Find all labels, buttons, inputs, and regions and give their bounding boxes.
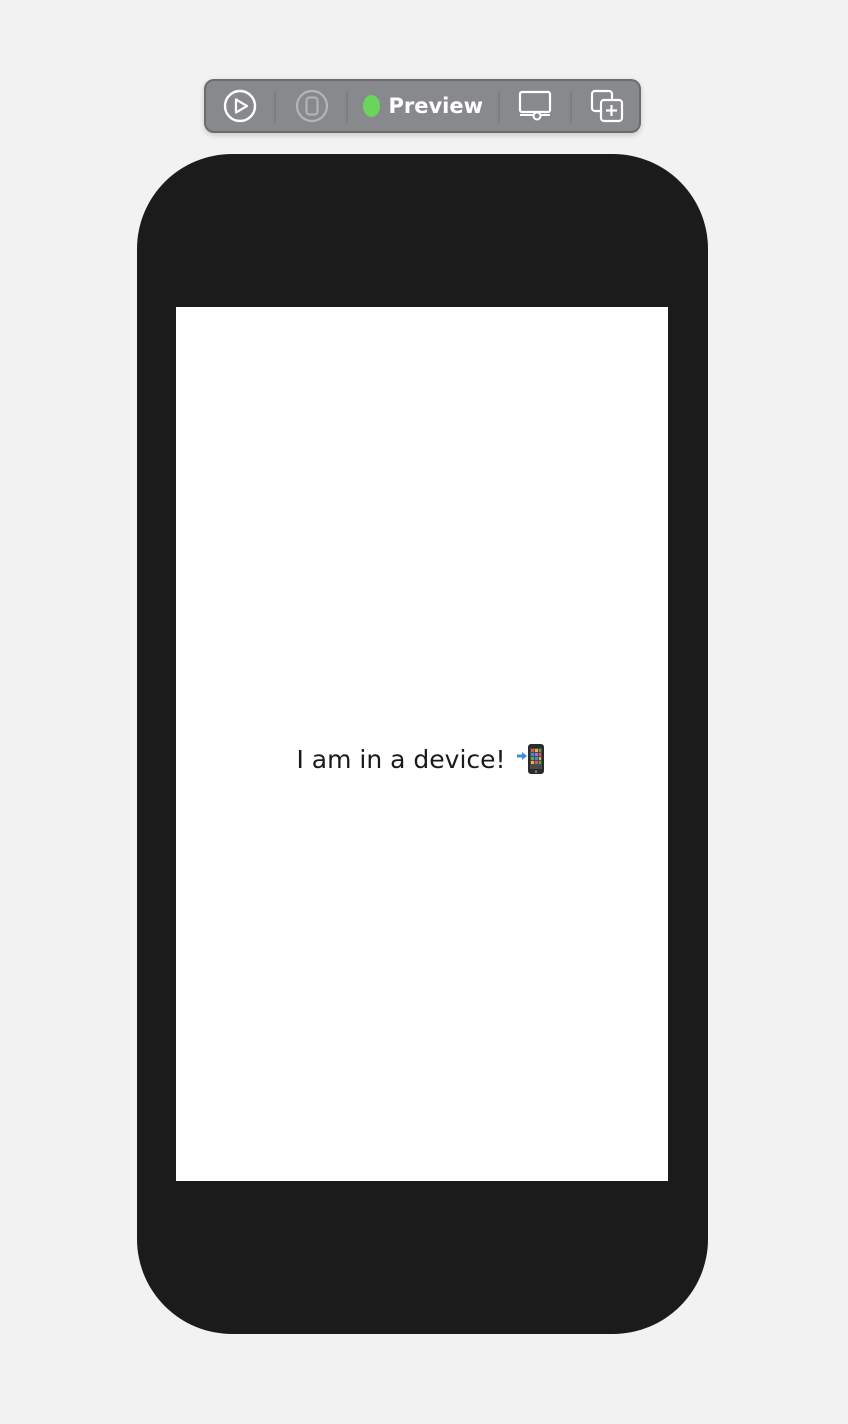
preview-status-button[interactable]: Preview <box>363 81 483 131</box>
toolbar-separator <box>570 91 572 123</box>
device-preview-button[interactable] <box>292 81 332 131</box>
message-text: I am in a device! <box>296 744 506 774</box>
device-icon <box>295 89 329 123</box>
device-settings-button[interactable] <box>515 81 555 131</box>
device-settings-icon <box>518 90 552 121</box>
toolbar-separator <box>498 91 500 123</box>
play-circle-icon <box>223 89 257 123</box>
toolbar-separator <box>274 91 276 123</box>
duplicate-preview-button[interactable] <box>587 81 627 131</box>
status-indicator-icon <box>363 95 381 117</box>
preview-label: Preview <box>388 94 483 118</box>
device-screen: I am in a device! <box>176 307 668 1181</box>
duplicate-preview-icon <box>590 89 624 123</box>
screen-message: I am in a device! <box>176 731 668 787</box>
mobile-phone-with-arrow-icon <box>516 744 544 774</box>
preview-toolbar: Preview <box>204 79 641 133</box>
live-preview-button[interactable] <box>220 81 260 131</box>
toolbar-separator <box>346 91 348 123</box>
